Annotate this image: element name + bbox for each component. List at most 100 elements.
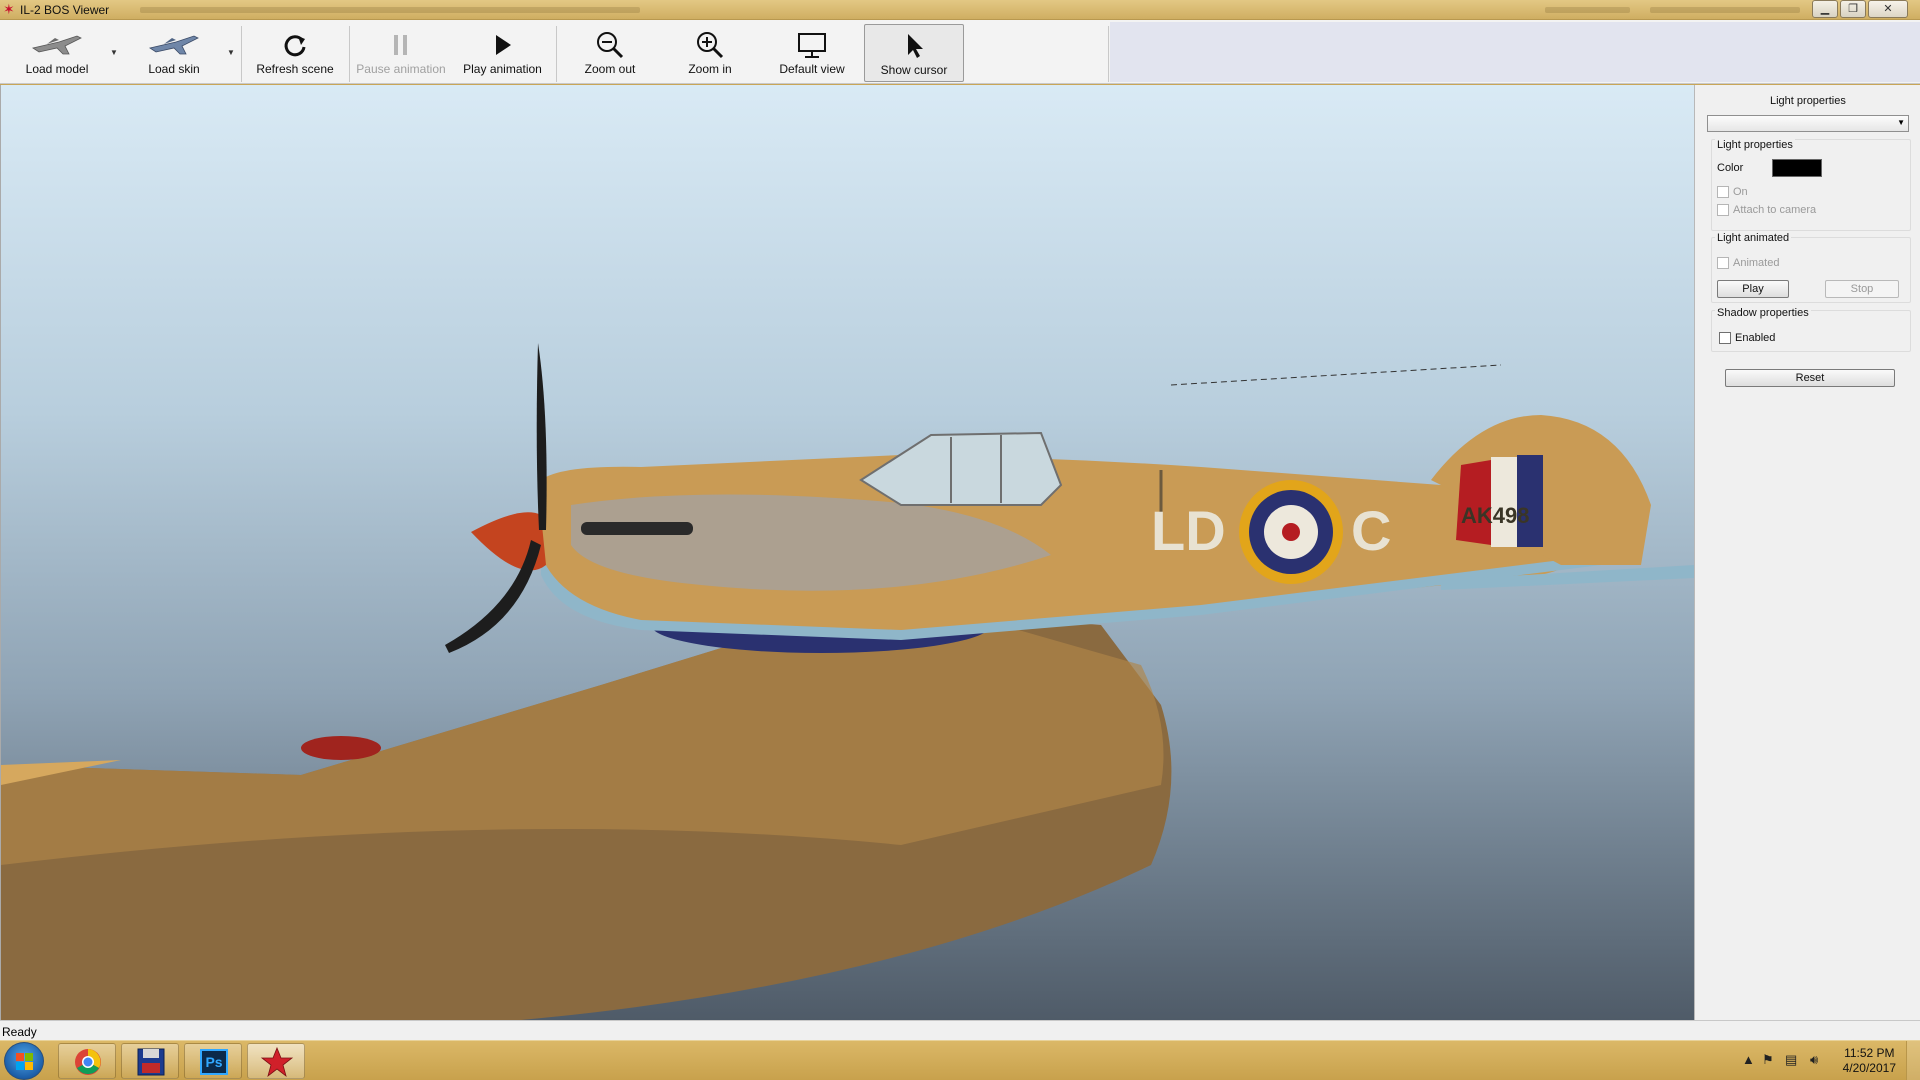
attach-to-camera-checkbox[interactable] (1717, 204, 1729, 216)
maximize-button[interactable]: ❐ (1840, 0, 1866, 18)
clock-time: 11:52 PM (1844, 1046, 1895, 1060)
refresh-scene-button[interactable]: Refresh scene (250, 24, 340, 82)
fuselage-code-left: LD (1151, 499, 1226, 562)
title-bar-ghost-tab (1650, 7, 1800, 13)
minimize-button[interactable]: ▁ (1812, 0, 1838, 18)
start-button[interactable] (4, 1042, 44, 1080)
windows-logo-icon (16, 1053, 33, 1070)
load-model-dropdown-arrow[interactable]: ▼ (110, 48, 118, 57)
color-label: Color (1717, 162, 1744, 174)
toolbar-separator (349, 26, 350, 82)
taskbar: Ps ▲ ⚑ ▤ 🔊︎ 11:52 PM 4/20/2017 (0, 1040, 1920, 1080)
zoom-out-button[interactable]: Zoom out (570, 24, 650, 82)
floppy-task-button[interactable] (121, 1043, 179, 1079)
title-bar-ghost-menu (140, 7, 640, 13)
photoshop-label: Ps (205, 1054, 223, 1070)
plane-model-icon (32, 35, 82, 55)
reset-button[interactable]: Reset (1725, 369, 1895, 387)
plane-skin-icon (149, 35, 199, 55)
light-properties-panel: Light properties ▼ Light properties Colo… (1694, 85, 1920, 1020)
volume-icon[interactable]: 🔊︎ (1810, 1052, 1818, 1068)
chrome-task-button[interactable] (58, 1043, 116, 1079)
zoom-in-button[interactable]: Zoom in (670, 24, 750, 82)
wing-light (301, 736, 381, 760)
status-text: Ready (2, 1025, 37, 1039)
action-center-icon[interactable]: ⚑ (1762, 1052, 1774, 1068)
light-animated-group-title: Light animated (1715, 232, 1792, 244)
show-cursor-label: Show cursor (880, 63, 948, 77)
antenna-wire (1170, 364, 1502, 386)
title-bar: ✶ IL-2 BOS Viewer ▁ ❐ ✕ (0, 0, 1920, 20)
toolbar-separator (1108, 26, 1109, 82)
animated-label: Animated (1733, 257, 1780, 269)
window-title: IL-2 BOS Viewer (20, 3, 110, 17)
shadow-enabled-label: Enabled (1735, 332, 1776, 344)
tray-expand-icon[interactable]: ▲ (1742, 1052, 1755, 1067)
toolbar-separator (556, 26, 557, 82)
floppy-disk-icon (137, 1048, 165, 1076)
light-select-dropdown[interactable]: ▼ (1707, 115, 1909, 132)
zoom-out-icon (597, 32, 624, 59)
light-properties-group-title: Light properties (1715, 139, 1795, 151)
photoshop-task-button[interactable]: Ps (184, 1043, 242, 1079)
shadow-enabled-checkbox[interactable] (1719, 332, 1731, 344)
propeller-blade-upper (536, 343, 547, 530)
exhaust-stacks (581, 522, 693, 535)
load-skin-button[interactable]: Load skin (135, 24, 213, 82)
toolbar-empty-area (1110, 22, 1920, 82)
default-view-label: Default view (779, 62, 845, 76)
load-skin-label: Load skin (148, 62, 200, 76)
monitor-icon (798, 33, 826, 58)
propeller-blade-lower (445, 540, 541, 653)
fin-flash-white (1491, 457, 1517, 547)
on-checkbox[interactable] (1717, 186, 1729, 198)
photoshop-icon: Ps (200, 1049, 228, 1075)
network-icon[interactable]: ▤ (1785, 1052, 1797, 1068)
show-cursor-button[interactable]: Show cursor (864, 24, 964, 82)
load-model-label: Load model (25, 62, 89, 76)
shadow-properties-group-title: Shadow properties (1715, 307, 1811, 319)
il2-viewer-task-button[interactable] (247, 1043, 305, 1079)
show-desktop-button[interactable] (1906, 1041, 1920, 1080)
status-bar: Ready (0, 1020, 1920, 1040)
load-skin-dropdown-arrow[interactable]: ▼ (227, 48, 235, 57)
fin-flash-blue (1517, 455, 1543, 547)
clock-date: 4/20/2017 (1842, 1061, 1896, 1075)
title-bar-ghost-tab (1545, 7, 1630, 13)
chrome-icon (75, 1049, 101, 1075)
3d-viewport[interactable]: LD C AK498 (0, 85, 1694, 1020)
system-clock[interactable]: 11:52 PM 4/20/2017 (1843, 1046, 1896, 1076)
cursor-icon (908, 34, 923, 58)
zoom-in-label: Zoom in (688, 62, 732, 76)
aircraft-serial: AK498 (1461, 503, 1529, 528)
close-button[interactable]: ✕ (1868, 0, 1908, 18)
light-stop-button[interactable]: Stop (1825, 280, 1899, 298)
default-view-button[interactable]: Default view (770, 24, 854, 82)
red-star-icon (260, 1046, 294, 1078)
light-play-button[interactable]: Play (1717, 280, 1789, 298)
zoom-in-icon (697, 32, 724, 59)
play-animation-label: Play animation (463, 62, 542, 76)
pause-icon (394, 35, 407, 55)
on-label: On (1733, 186, 1748, 198)
play-animation-button[interactable]: Play animation (455, 24, 550, 82)
pause-animation-label: Pause animation (356, 62, 446, 76)
aircraft-render: LD C AK498 (1, 343, 1694, 1020)
canopy (859, 431, 1063, 506)
panel-header: Light properties (1770, 95, 1846, 107)
roundel-red (1282, 523, 1300, 541)
toolbar-separator (241, 26, 242, 82)
app-icon: ✶ (3, 1, 15, 17)
light-properties-group (1711, 139, 1911, 231)
refresh-scene-label: Refresh scene (256, 62, 334, 76)
pause-animation-button[interactable]: Pause animation (355, 24, 447, 82)
load-model-button[interactable]: Load model (18, 24, 96, 82)
chevron-down-icon: ▼ (1897, 118, 1905, 127)
animated-checkbox[interactable] (1717, 257, 1729, 269)
zoom-out-label: Zoom out (584, 62, 636, 76)
toolbar: Load model ▼ Load skin ▼ Refresh scene P… (0, 20, 1920, 84)
attach-to-camera-label: Attach to camera (1733, 204, 1817, 216)
light-color-swatch[interactable] (1772, 159, 1822, 177)
refresh-icon (284, 35, 306, 57)
fuselage-code-right: C (1351, 499, 1391, 562)
